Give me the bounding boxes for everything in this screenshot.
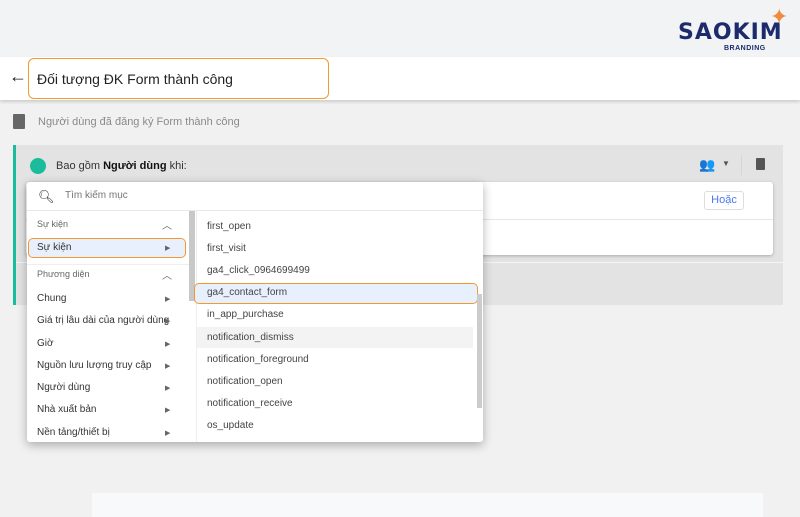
back-arrow-icon[interactable]: ← (9, 66, 27, 87)
menu-item-dimension[interactable]: Giá trị lâu dài của người dùng (37, 315, 185, 326)
event-item[interactable]: ga4_contact_form (207, 287, 483, 298)
document-icon (13, 114, 25, 129)
star-icon: ✦ (770, 4, 789, 29)
dimensions-section-header: Phương diện (37, 269, 90, 279)
event-item[interactable]: notification_open (207, 376, 483, 387)
or-button[interactable]: Hoặc (704, 191, 744, 210)
condition-prefix: Bao gồm (56, 160, 101, 172)
event-item[interactable]: notification_foreground (207, 354, 483, 365)
condition-suffix: khi: (169, 160, 187, 172)
menu-item-events[interactable]: Sự kiện (37, 242, 185, 253)
event-item[interactable]: first_open (207, 221, 483, 232)
events-section-header: Sự kiện (37, 219, 69, 229)
trash-icon[interactable] (756, 158, 765, 170)
header: ← (0, 57, 800, 100)
logo-subtext: BRANDING (724, 45, 766, 52)
event-item[interactable]: first_visit (207, 243, 483, 254)
arrow-right-icon: ▶ (165, 385, 171, 392)
top-bar: SAOKIM BRANDING ✦ (0, 0, 800, 57)
event-item[interactable]: os_update (207, 420, 483, 431)
right-scrollbar[interactable] (477, 294, 482, 408)
saokim-logo: SAOKIM BRANDING ✦ (678, 4, 788, 52)
divider (27, 210, 483, 211)
condition-subject[interactable]: Người dùng (103, 160, 166, 172)
caret-down-icon[interactable]: ▼ (722, 159, 730, 168)
arrow-right-icon: ▶ (165, 318, 171, 325)
menu-item-dimension[interactable]: Nhà xuất bản (37, 404, 185, 415)
arrow-right-icon: ▶ (165, 430, 171, 437)
divider (27, 264, 189, 265)
chevron-up-icon[interactable]: ︿ (162, 217, 172, 232)
arrow-right-icon: ▶ (165, 296, 171, 303)
chevron-up-icon[interactable]: ︿ (162, 267, 172, 282)
arrow-right-icon: ▶ (165, 363, 171, 370)
arrow-right-icon: ▶ (165, 407, 171, 414)
condition-label: Bao gồm Người dùng khi: (56, 160, 187, 172)
bottom-panel (92, 493, 763, 517)
dimension-picker-menu: 🔍︎ Sự kiện ︿ Sự kiện ▶ Phương diện ︿ Chu… (27, 182, 483, 442)
event-item[interactable]: notification_dismiss (207, 332, 483, 343)
divider (741, 155, 742, 175)
people-icon[interactable]: 👥 (699, 157, 715, 173)
arrow-right-icon: ▶ (165, 341, 171, 348)
search-input[interactable] (65, 190, 365, 201)
event-item[interactable]: notification_receive (207, 398, 483, 409)
menu-item-dimension[interactable]: Nguồn lưu lượng truy cập (37, 360, 185, 371)
menu-item-dimension[interactable]: Giờ (37, 338, 185, 349)
audience-name-input[interactable] (28, 58, 329, 99)
menu-item-dimension[interactable]: Chung (37, 293, 185, 304)
search-icon: 🔍︎ (38, 189, 55, 204)
audience-description[interactable]: Người dùng đã đăng ký Form thành công (38, 116, 240, 128)
menu-item-dimension[interactable]: Nền tảng/thiết bị (37, 427, 185, 438)
event-item[interactable]: ga4_click_0964699499 (207, 265, 483, 276)
condition-indicator (30, 158, 46, 174)
menu-item-dimension[interactable]: Người dùng (37, 382, 185, 393)
logo-text: SAOKIM (678, 20, 783, 45)
event-item[interactable]: in_app_purchase (207, 309, 483, 320)
arrow-right-icon: ▶ (165, 245, 171, 252)
